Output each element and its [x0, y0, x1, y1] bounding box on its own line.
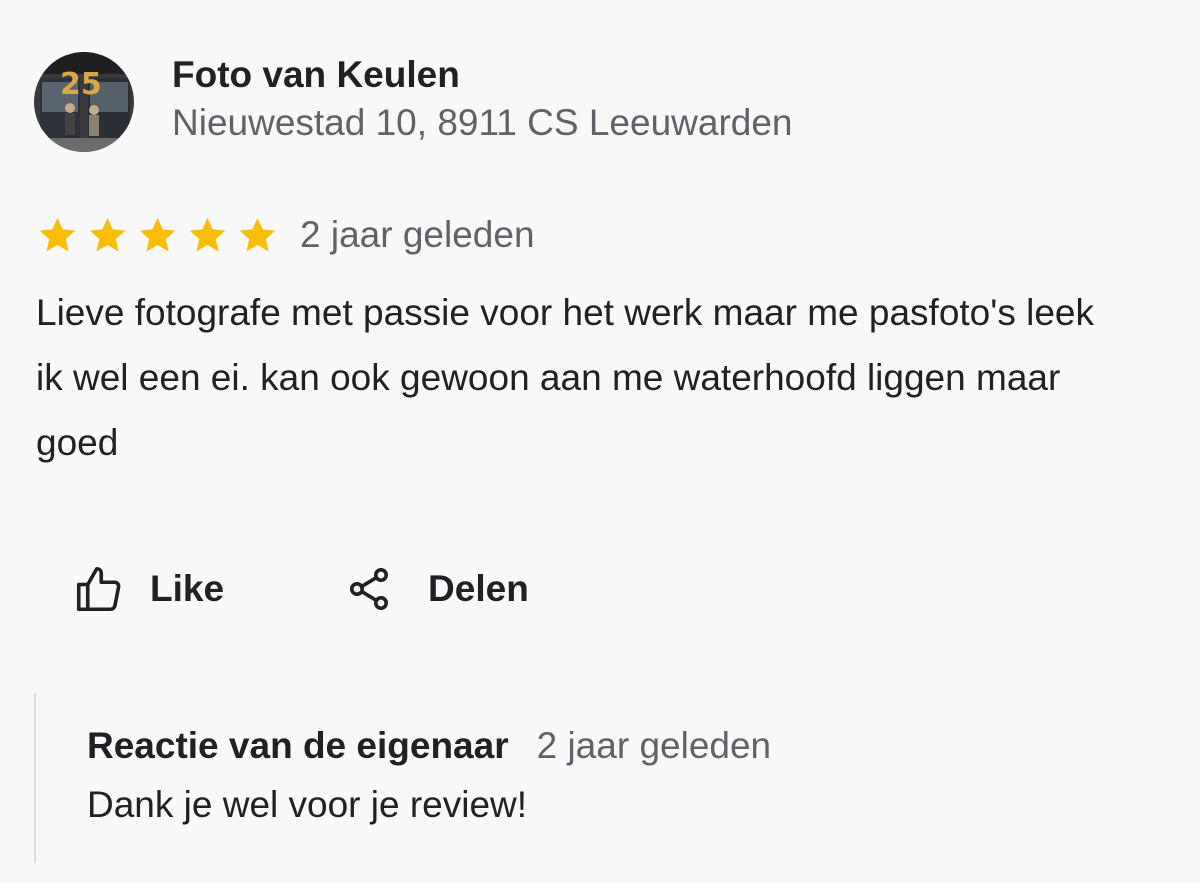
business-info: Foto van Keulen Nieuwestad 10, 8911 CS L…	[172, 52, 793, 148]
star-icon	[236, 214, 279, 257]
review-actions: Like Delen	[72, 562, 529, 616]
like-label: Like	[150, 568, 225, 609]
owner-reply-text: Dank je wel voor je review!	[87, 784, 528, 825]
star-rating	[36, 214, 279, 257]
business-address: Nieuwestad 10, 8911 CS Leeuwarden	[172, 102, 793, 143]
star-icon	[186, 214, 229, 257]
avatar-sign-text: 25	[60, 67, 102, 102]
business-name[interactable]: Foto van Keulen	[172, 52, 793, 98]
review-text: Lieve fotografe met passie voor het werk…	[36, 292, 1094, 463]
rating-row: 2 jaar geleden	[36, 210, 535, 260]
star-icon	[136, 214, 179, 257]
share-button[interactable]: Delen	[342, 562, 529, 616]
star-icon	[86, 214, 129, 257]
owner-reply-title: Reactie van de eigenaar	[87, 725, 509, 766]
owner-reply: Reactie van de eigenaar 2 jaar geleden D…	[34, 693, 1087, 863]
owner-reply-header: Reactie van de eigenaar 2 jaar geleden	[87, 721, 1087, 771]
share-label: Delen	[428, 568, 529, 609]
owner-reply-time: 2 jaar geleden	[536, 725, 772, 766]
like-button[interactable]: Like	[72, 562, 224, 616]
share-icon	[342, 562, 396, 616]
star-icon	[36, 214, 79, 257]
review-header: 25 Foto van Keulen Nieuwestad 10, 8911 C…	[34, 52, 793, 152]
storefront-photo-icon: 25	[34, 52, 134, 152]
thumbs-up-icon	[72, 562, 126, 616]
review-card: 25 Foto van Keulen Nieuwestad 10, 8911 C…	[0, 0, 1200, 883]
review-time: 2 jaar geleden	[300, 214, 535, 255]
business-avatar[interactable]: 25	[34, 52, 134, 152]
